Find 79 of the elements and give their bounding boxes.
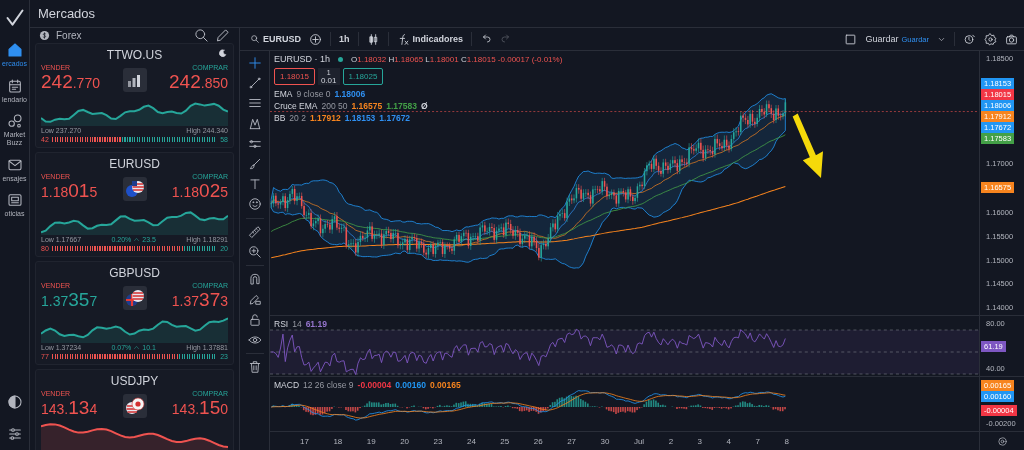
indicator-legend: EMA 9 close 0 1.18006 — [274, 89, 975, 99]
category-label[interactable]: Forex — [56, 30, 82, 41]
time-label: 30 — [600, 436, 610, 446]
moon-icon — [218, 49, 227, 58]
indicator-legend: BB 20 2 1.17912 1.18153 1.17672 — [274, 113, 975, 123]
chart-title: EURUSD · 1h — [274, 54, 330, 64]
plus-circle-icon[interactable] — [309, 32, 322, 46]
indicator-legend: MACD 12 26 close 9 -0.00004 0.00160 0.00165 — [274, 380, 975, 390]
undo-icon[interactable] — [480, 33, 493, 45]
time-label: 26 — [533, 436, 543, 446]
sliders-icon[interactable] — [6, 426, 23, 442]
newspaper-icon — [6, 192, 23, 209]
time-label: 23 — [433, 436, 443, 446]
buy-button[interactable]: 1.18025 — [342, 68, 384, 85]
sell-button[interactable]: 1.18015 — [274, 68, 315, 85]
search-icon[interactable] — [194, 28, 209, 43]
zoom-icon[interactable] — [247, 244, 262, 259]
magnet-icon[interactable] — [247, 272, 262, 287]
ruler-icon[interactable] — [247, 224, 262, 239]
symbol-label: TTWO.US — [106, 48, 163, 62]
settings-icon[interactable] — [984, 32, 997, 46]
lock-icon[interactable] — [247, 312, 262, 327]
camera-icon[interactable] — [1005, 32, 1018, 46]
contrast-icon[interactable] — [6, 394, 23, 410]
status-dot — [338, 56, 343, 62]
sell-price[interactable]: 1.37357 — [41, 288, 98, 312]
logo-icon[interactable] — [4, 8, 25, 28]
ohlc-values: O1.18032 H1.18065 L1.18001 C1.18015 -0.00017 (-0.01%) — [351, 54, 563, 64]
alarm-icon[interactable] — [963, 32, 976, 46]
sell-price[interactable]: 143.134 — [41, 397, 98, 421]
time-label: 20 — [400, 436, 410, 446]
indicator-legend: Cruce EMA 200 50 1.16575 1.17583 Ø — [274, 101, 975, 111]
calendar-icon — [6, 77, 23, 94]
buy-price[interactable]: 242.850 — [169, 71, 228, 94]
currency-flags-icon — [124, 178, 145, 199]
brush-icon[interactable] — [247, 156, 262, 171]
time-label: 2 — [668, 436, 674, 446]
buy-price[interactable]: 1.37373 — [171, 288, 228, 312]
pattern-icon[interactable] — [247, 116, 262, 131]
time-label: 25 — [500, 436, 510, 446]
square-icon[interactable] — [844, 32, 858, 46]
pencil-icon[interactable] — [215, 28, 230, 43]
page-title: Mercados — [38, 6, 96, 21]
down-arrow-drawing — [792, 113, 823, 179]
trash-icon[interactable] — [247, 360, 262, 375]
buy-price[interactable]: 1.18025 — [171, 179, 228, 203]
pencil-lock-icon[interactable] — [247, 292, 262, 307]
currency-flags-icon — [124, 287, 145, 308]
time-label: 17 — [300, 436, 309, 446]
caret-up-icon — [133, 235, 141, 243]
sell-price[interactable]: 242.770 — [41, 71, 100, 94]
time-label: 24 — [466, 436, 476, 446]
indicator-legend: RSI 14 61.19 — [274, 319, 975, 329]
time-label: 4 — [726, 436, 731, 446]
line-tool-icon[interactable] — [247, 76, 262, 91]
caret-up-icon — [133, 344, 141, 352]
symbol-search-button[interactable]: EURUSD — [250, 34, 301, 44]
buy-price[interactable]: 143.150 — [171, 397, 228, 421]
home-icon — [6, 42, 23, 58]
time-label: 3 — [697, 436, 702, 446]
time-label: 27 — [567, 436, 577, 446]
time-label: 7 — [755, 436, 760, 446]
time-label: Jul — [633, 436, 645, 446]
time-label: 19 — [366, 436, 376, 446]
currency-flags-icon — [124, 396, 145, 417]
interval-button[interactable]: 1h — [339, 34, 350, 44]
smiley-icon[interactable] — [247, 197, 262, 212]
indicators-button[interactable]: Indicadores — [396, 32, 464, 46]
sell-price[interactable]: 1.18015 — [41, 179, 98, 203]
bubbles-icon — [6, 113, 23, 130]
symbol-label: EURUSD — [109, 156, 160, 171]
search-icon — [250, 34, 260, 44]
symbol-label: GBPUSD — [109, 265, 160, 280]
dollar-coin-icon — [39, 30, 50, 41]
settings-icon[interactable] — [996, 435, 1008, 447]
time-label: 18 — [333, 436, 343, 446]
time-label: 8 — [784, 436, 789, 446]
text-icon[interactable] — [247, 177, 262, 192]
symbol-label: USDJPY — [110, 374, 159, 389]
